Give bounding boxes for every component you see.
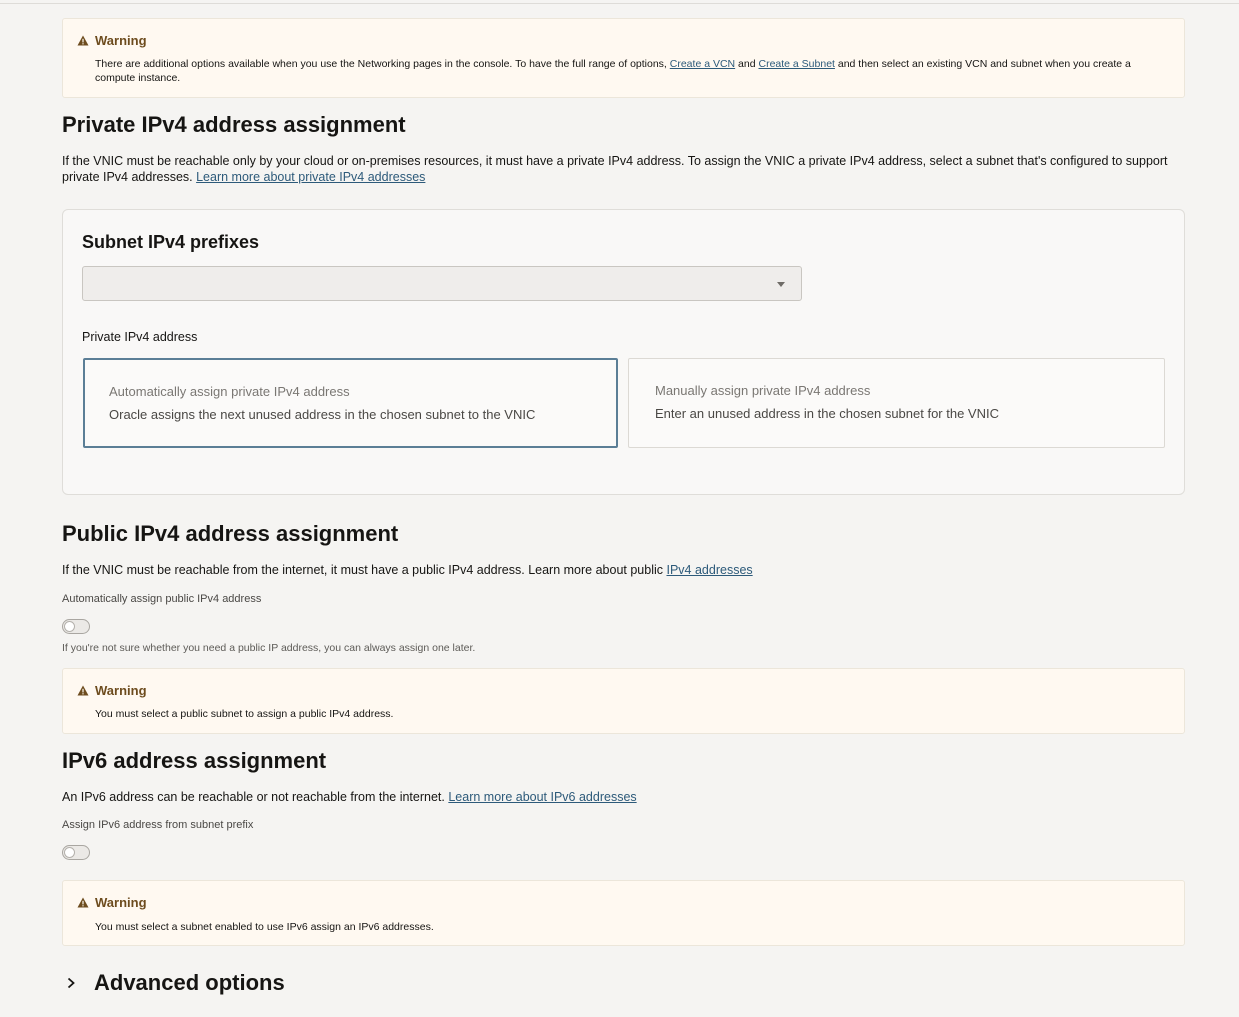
subnet-ipv4-prefixes-title: Subnet IPv4 prefixes: [82, 232, 260, 252]
create-subnet-link[interactable]: Create a Subnet: [758, 58, 834, 70]
subnet-ipv4-prefix-select[interactable]: [82, 266, 802, 301]
warning-header: Warning: [77, 33, 147, 48]
learn-public-ipv4-link[interactable]: IPv4 addresses: [666, 563, 752, 577]
subnet-ipv4-card: Subnet IPv4 prefixes Private IPv4 addres…: [62, 209, 1185, 495]
public-ipv4-description: If the VNIC must be reachable from the i…: [62, 562, 1192, 578]
private-ipv4-description: If the VNIC must be reachable only by yo…: [62, 153, 1192, 185]
networking-warning: Warning There are additional options ava…: [62, 18, 1185, 98]
assign-ipv6-toggle[interactable]: [62, 845, 90, 860]
private-ipv4-heading: Private IPv4 address assignment: [62, 112, 406, 137]
chevron-right-icon: [62, 974, 80, 992]
warning-title: Warning: [95, 33, 147, 48]
public-ip-hint: If you're not sure whether you need a pu…: [62, 642, 476, 654]
warning-icon: [77, 685, 89, 696]
warning-title: Warning: [95, 683, 147, 698]
ipv6-desc-text: An IPv6 address can be reachable or not …: [62, 790, 449, 804]
assign-ipv6-label: Assign IPv6 address from subnet prefix: [62, 819, 254, 831]
warning-text: You must select a subnet enabled to use …: [95, 921, 434, 933]
warning-icon: [77, 897, 89, 908]
manual-assign-private-ipv4-option[interactable]: Manually assign private IPv4 address Ent…: [628, 358, 1165, 448]
top-divider: [0, 3, 1239, 4]
warning-text: There are additional options available w…: [95, 57, 1170, 85]
public-ipv4-heading: Public IPv4 address assignment: [62, 521, 399, 546]
option-title: Automatically assign private IPv4 addres…: [109, 384, 350, 399]
public-ipv4-desc-text: If the VNIC must be reachable from the i…: [62, 563, 667, 577]
private-ipv4-field-label: Private IPv4 address: [82, 330, 198, 344]
ipv6-description: An IPv6 address can be reachable or not …: [62, 789, 1192, 805]
auto-assign-public-ipv4-label: Automatically assign public IPv4 address: [62, 593, 262, 605]
warning-text: You must select a public subnet to assig…: [95, 708, 394, 720]
toggle-knob: [64, 847, 75, 858]
advanced-options-toggle[interactable]: Advanced options: [62, 970, 285, 996]
public-subnet-warning: Warning You must select a public subnet …: [62, 668, 1185, 734]
warning-header: Warning: [77, 683, 147, 698]
warning-header: Warning: [77, 895, 147, 910]
ipv6-subnet-warning: Warning You must select a subnet enabled…: [62, 880, 1185, 946]
advanced-options-title: Advanced options: [94, 970, 285, 995]
toggle-knob: [64, 621, 75, 632]
warning-text-part: and: [735, 58, 759, 70]
warning-text-part: There are additional options available w…: [95, 58, 670, 70]
learn-ipv6-link[interactable]: Learn more about IPv6 addresses: [448, 790, 636, 804]
option-description: Enter an unused address in the chosen su…: [655, 406, 999, 421]
warning-title: Warning: [95, 895, 147, 910]
caret-down-icon: [777, 282, 785, 287]
auto-assign-public-ipv4-toggle[interactable]: [62, 619, 90, 634]
option-description: Oracle assigns the next unused address i…: [109, 407, 536, 422]
learn-private-ipv4-link[interactable]: Learn more about private IPv4 addresses: [196, 170, 425, 184]
create-vcn-link[interactable]: Create a VCN: [670, 58, 735, 70]
warning-icon: [77, 35, 89, 46]
option-title: Manually assign private IPv4 address: [655, 383, 871, 398]
ipv6-heading: IPv6 address assignment: [62, 748, 327, 773]
auto-assign-private-ipv4-option[interactable]: Automatically assign private IPv4 addres…: [83, 358, 618, 448]
